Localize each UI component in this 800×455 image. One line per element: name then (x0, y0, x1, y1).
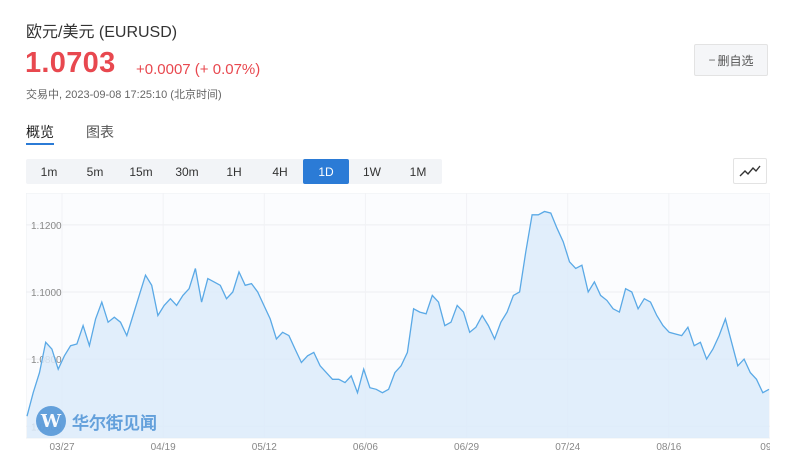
line-chart-icon (739, 165, 761, 177)
x-tick-label: 04/19 (151, 442, 176, 453)
price-change: +0.0007 (+ 0.07%) (136, 61, 261, 78)
range-1m-button[interactable]: 1m (26, 159, 72, 184)
y-tick-label: 1.1200 (31, 221, 62, 232)
watermark: W 华尔街见闻 (36, 402, 157, 440)
x-tick-label: 09/0 (760, 442, 770, 453)
x-tick-label: 05/12 (252, 442, 277, 453)
brand-logo-icon: W (36, 406, 66, 436)
chart-type-button[interactable] (733, 158, 767, 184)
range-4h-button[interactable]: 4H (257, 159, 303, 184)
minus-icon: − (708, 53, 716, 67)
current-price: 1.0703 (25, 47, 116, 79)
time-range-selector: 1m 5m 15m 30m 1H 4H 1D 1W 1M (26, 159, 442, 184)
remove-watchlist-label: 删自选 (717, 53, 754, 68)
y-tick-label: 1.1000 (31, 288, 62, 299)
trading-status: 交易中, 2023-09-08 17:25:10 (北京时间) (26, 89, 222, 101)
x-tick-label: 06/29 (454, 442, 479, 453)
tab-chart[interactable]: 图表 (86, 122, 114, 142)
range-1mo-button[interactable]: 1M (395, 159, 441, 184)
active-tab-underline (26, 143, 54, 145)
watermark-text: 华尔街见闻 (72, 413, 157, 434)
x-tick-label: 08/16 (656, 442, 681, 453)
range-30m-button[interactable]: 30m (164, 159, 210, 184)
range-1d-button[interactable]: 1D (303, 159, 349, 184)
tab-overview[interactable]: 概览 (26, 122, 54, 142)
pair-title: 欧元/美元 (EURUSD) (26, 24, 178, 41)
range-1h-button[interactable]: 1H (211, 159, 257, 184)
range-1w-button[interactable]: 1W (349, 159, 395, 184)
range-15m-button[interactable]: 15m (118, 159, 164, 184)
x-tick-label: 07/24 (555, 442, 580, 453)
x-tick-label: 06/06 (353, 442, 378, 453)
remove-watchlist-button[interactable]: − 删自选 (694, 44, 768, 76)
x-tick-label: 03/27 (49, 442, 74, 453)
range-5m-button[interactable]: 5m (72, 159, 118, 184)
